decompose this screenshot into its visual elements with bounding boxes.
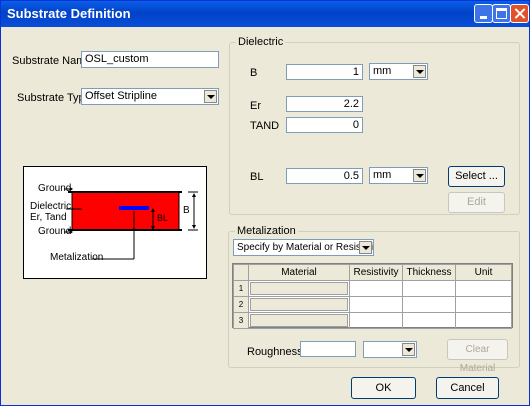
diagram-bl-label: BL xyxy=(157,213,169,223)
row-number: 3 xyxy=(233,312,249,329)
b-label: B xyxy=(250,67,258,79)
maximize-icon[interactable] xyxy=(492,4,511,23)
chevron-down-icon[interactable] xyxy=(402,343,415,356)
chevron-down-icon[interactable] xyxy=(359,241,372,254)
dielectric-region xyxy=(71,191,180,231)
tand-label: TAND xyxy=(250,120,280,132)
b-input[interactable]: 1 xyxy=(286,64,363,80)
material-cell[interactable] xyxy=(248,280,350,297)
row-number: 2 xyxy=(233,296,249,313)
table-header-row: Material Resistivity Thickness Unit xyxy=(233,264,512,281)
material-cell[interactable] xyxy=(248,312,350,329)
table-row: 3 xyxy=(233,312,512,329)
cancel-button[interactable]: Cancel xyxy=(436,377,499,399)
substrate-definition-window: Substrate Definition Substrate Name: OSL… xyxy=(0,0,530,406)
bl-input[interactable]: 0.5 xyxy=(286,168,363,184)
material-picker-button[interactable] xyxy=(250,298,348,311)
column-header-thickness: Thickness xyxy=(402,264,456,281)
roughness-input[interactable] xyxy=(300,341,356,357)
close-icon[interactable] xyxy=(510,4,529,23)
diagram-b-label: B xyxy=(183,205,190,216)
dielectric-legend: Dielectric xyxy=(236,36,286,48)
ok-button[interactable]: OK xyxy=(351,377,416,399)
title-bar[interactable]: Substrate Definition xyxy=(1,1,529,27)
unit-cell[interactable] xyxy=(455,312,512,329)
select-dielectric-button[interactable]: Select ... xyxy=(448,166,505,187)
thickness-cell[interactable] xyxy=(402,312,456,329)
substrate-type-select[interactable]: Offset Stripline xyxy=(81,88,219,105)
metalization-mode-value: Specify by Material or Resistivity xyxy=(237,242,374,253)
er-label: Er xyxy=(250,100,261,112)
unit-cell[interactable] xyxy=(455,296,512,313)
diagram-dielectric-label: Dielectric, xyxy=(30,201,74,212)
unit-cell[interactable] xyxy=(455,280,512,297)
roughness-unit-select[interactable] xyxy=(363,341,417,358)
bl-unit-select[interactable]: mm xyxy=(369,167,428,184)
bl-label: BL xyxy=(250,171,264,183)
b-unit-select[interactable]: mm xyxy=(369,63,428,80)
resistivity-cell[interactable] xyxy=(349,312,403,329)
table-row: 2 xyxy=(233,296,512,313)
diagram-metalization-label: Metalization xyxy=(50,252,104,263)
tand-input[interactable]: 0 xyxy=(286,117,363,133)
column-header-unit: Unit xyxy=(455,264,512,281)
resistivity-cell[interactable] xyxy=(349,280,403,297)
metalization-legend: Metalization xyxy=(235,225,298,237)
thickness-cell[interactable] xyxy=(402,280,456,297)
diagram-ground-top-label: Ground xyxy=(38,183,72,194)
metal-strip xyxy=(119,206,149,210)
diagram-ground-bottom-label: Ground xyxy=(38,226,72,237)
resistivity-cell[interactable] xyxy=(349,296,403,313)
chevron-down-icon[interactable] xyxy=(413,169,426,182)
column-header-material: Material xyxy=(248,264,350,281)
row-number-header xyxy=(233,264,249,281)
metalization-mode-select[interactable]: Specify by Material or Resistivity xyxy=(233,239,374,256)
row-number: 1 xyxy=(233,280,249,297)
chevron-down-icon[interactable] xyxy=(204,90,217,103)
column-header-resistivity: Resistivity xyxy=(349,264,403,281)
window-title: Substrate Definition xyxy=(7,6,131,21)
thickness-cell[interactable] xyxy=(402,296,456,313)
material-cell[interactable] xyxy=(248,296,350,313)
bl-unit-value: mm xyxy=(373,169,392,181)
edit-dielectric-button[interactable]: Edit xyxy=(448,192,505,213)
b-unit-value: mm xyxy=(373,65,392,77)
roughness-label: Roughness: xyxy=(247,346,306,358)
material-picker-button[interactable] xyxy=(250,314,348,327)
substrate-type-value: Offset Stripline xyxy=(85,90,157,102)
er-input[interactable]: 2.2 xyxy=(286,96,363,112)
diagram-er-tand-label: Er, Tand xyxy=(30,212,67,223)
clear-material-button[interactable]: Clear Material xyxy=(447,339,508,374)
table-row: 1 xyxy=(233,280,512,297)
substrate-diagram: Ground Dielectric, Er, Tand Ground Metal… xyxy=(23,166,207,279)
minimize-icon[interactable] xyxy=(474,4,493,23)
material-picker-button[interactable] xyxy=(250,282,348,295)
substrate-name-input[interactable]: OSL_custom xyxy=(81,51,219,68)
chevron-down-icon[interactable] xyxy=(413,65,426,78)
metalization-table: Material Resistivity Thickness Unit 1 2 xyxy=(232,263,513,329)
